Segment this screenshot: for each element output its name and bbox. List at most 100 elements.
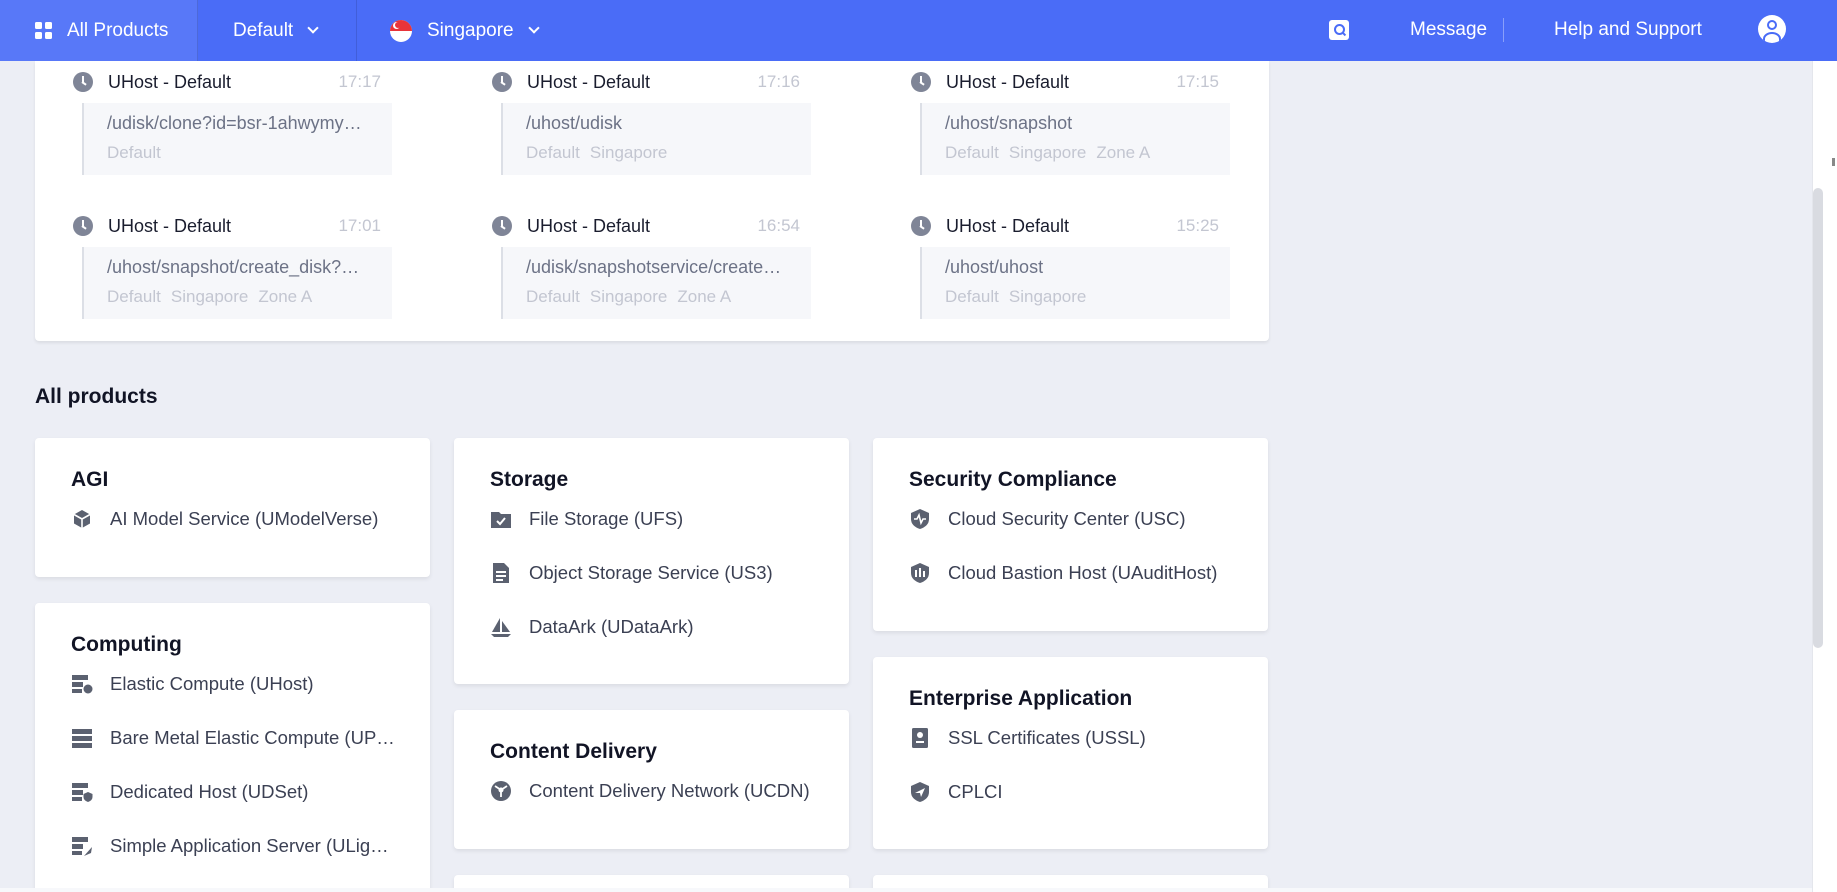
scrollbar-thumb[interactable] bbox=[1813, 188, 1823, 648]
category-card-security: Security Compliance Cloud Security Cente… bbox=[873, 438, 1268, 631]
recent-tag: Default bbox=[526, 287, 580, 306]
recent-item[interactable]: UHost - Default 17:15 /uhost/snapshot Defa… bbox=[873, 63, 1230, 175]
category-card-storage: Storage File Storage (UFS) Object Storag… bbox=[454, 438, 849, 684]
sailboat-icon bbox=[491, 618, 511, 637]
product-link[interactable]: Bare Metal Elastic Compute (UP… bbox=[71, 711, 430, 765]
product-link[interactable]: Content Delivery Network (UCDN) bbox=[490, 764, 849, 818]
help-support-link[interactable]: Help and Support bbox=[1554, 19, 1702, 41]
top-navigation-bar: All Products Default Singapore Message H… bbox=[0, 0, 1837, 61]
server-stack-icon bbox=[72, 729, 92, 748]
recent-tag: Default bbox=[945, 287, 999, 306]
recent-tag: Singapore bbox=[1008, 143, 1087, 162]
product-link[interactable]: DataArk (UDataArk) bbox=[490, 600, 849, 654]
recent-item-path[interactable]: /uhost/snapshot bbox=[945, 113, 1215, 134]
recent-item-time: 16:54 bbox=[757, 216, 800, 235]
recent-tag: Zone A bbox=[258, 287, 313, 306]
recent-tag: Singapore bbox=[1008, 287, 1087, 306]
product-label: File Storage (UFS) bbox=[529, 508, 684, 529]
recent-tag: Singapore bbox=[589, 143, 668, 162]
folder-check-icon bbox=[491, 512, 511, 528]
category-card-computing: Computing Elastic Compute (UHost) Bare M… bbox=[35, 603, 430, 892]
all-products-heading: All products bbox=[35, 385, 158, 408]
project-label: Default bbox=[233, 19, 294, 41]
network-node-icon bbox=[491, 781, 511, 801]
chevron-down-icon bbox=[527, 22, 540, 34]
product-label: AI Model Service (UModelVerse) bbox=[110, 508, 379, 529]
grid-icon bbox=[35, 22, 52, 39]
recent-item[interactable]: UHost - Default 16:54 /udisk/snapshotserv… bbox=[454, 207, 811, 319]
recent-item[interactable]: UHost - Default 15:25 /uhost/uhost Default… bbox=[873, 207, 1230, 319]
product-link[interactable]: CPLCI bbox=[909, 765, 1268, 819]
product-label: Elastic Compute (UHost) bbox=[110, 673, 314, 694]
recent-item-path[interactable]: /udisk/snapshotservice/create… bbox=[526, 257, 796, 278]
product-link[interactable]: File Storage (UFS) bbox=[490, 492, 849, 546]
recent-item[interactable]: UHost - Default 17:17 /udisk/clone?id=bsr… bbox=[35, 63, 392, 175]
recent-tag: Default bbox=[945, 143, 999, 162]
search-icon[interactable] bbox=[1329, 20, 1349, 40]
shield-bars-icon bbox=[911, 563, 929, 583]
product-link[interactable]: Simple Application Server (ULigh… bbox=[71, 819, 430, 873]
clock-icon bbox=[73, 216, 93, 236]
product-label: Bare Metal Elastic Compute (UP… bbox=[110, 727, 395, 748]
recent-item[interactable]: UHost - Default 17:16 /uhost/udisk Default… bbox=[454, 63, 811, 175]
product-label: Cloud Bastion Host (UAuditHost) bbox=[948, 562, 1218, 583]
certificate-icon bbox=[912, 728, 928, 748]
category-title: Content Delivery bbox=[490, 740, 657, 763]
product-label: SSL Certificates (USSL) bbox=[948, 727, 1146, 748]
recent-item-time: 17:17 bbox=[338, 72, 381, 91]
all-products-label: All Products bbox=[67, 19, 169, 41]
recent-item-title: UHost - Default bbox=[527, 71, 651, 92]
recent-item-path[interactable]: /uhost/snapshot/create_disk?… bbox=[107, 257, 377, 278]
category-card-enterprise: Enterprise Application SSL Certificates … bbox=[873, 657, 1268, 849]
recent-item-title: UHost - Default bbox=[946, 215, 1070, 236]
product-label: Content Delivery Network (UCDN) bbox=[529, 780, 810, 801]
message-link[interactable]: Message bbox=[1410, 19, 1487, 41]
product-link[interactable]: Dedicated Host (UDSet) bbox=[71, 765, 430, 819]
product-label: DataArk (UDataArk) bbox=[529, 616, 694, 637]
category-title: Computing bbox=[71, 633, 182, 656]
recent-item-path[interactable]: /uhost/udisk bbox=[526, 113, 796, 134]
chevron-down-icon bbox=[307, 22, 319, 34]
product-label: Object Storage Service (US3) bbox=[529, 562, 773, 583]
singapore-flag-icon bbox=[390, 19, 412, 42]
recent-tag: Singapore bbox=[170, 287, 249, 306]
recent-tag: Default bbox=[107, 143, 161, 162]
product-link[interactable]: Cloud Bastion Host (UAuditHost) bbox=[909, 546, 1268, 600]
product-link[interactable]: AI Model Service (UModelVerse) bbox=[71, 492, 430, 546]
shield-pulse-icon bbox=[911, 509, 929, 529]
user-avatar-icon[interactable] bbox=[1758, 15, 1786, 43]
document-icon bbox=[493, 563, 509, 583]
recent-item-time: 17:01 bbox=[338, 216, 381, 235]
server-shield-icon bbox=[72, 783, 93, 802]
product-label: Cloud Security Center (USC) bbox=[948, 508, 1186, 529]
bottom-edge bbox=[0, 888, 1812, 892]
project-selector[interactable]: Default bbox=[198, 0, 357, 61]
shield-plane-icon bbox=[911, 782, 929, 802]
product-link[interactable]: SSL Certificates (USSL) bbox=[909, 711, 1268, 765]
product-link[interactable]: Object Storage Service (US3) bbox=[490, 546, 849, 600]
product-label: Dedicated Host (UDSet) bbox=[110, 781, 309, 802]
recent-item-path[interactable]: /uhost/uhost bbox=[945, 257, 1215, 278]
category-title: Security Compliance bbox=[909, 468, 1117, 491]
recent-item[interactable]: UHost - Default 17:01 /uhost/snapshot/cre… bbox=[35, 207, 392, 319]
category-title: Storage bbox=[490, 468, 569, 491]
recent-item-title: UHost - Default bbox=[108, 215, 232, 236]
all-products-button[interactable]: All Products bbox=[0, 0, 198, 61]
clock-icon bbox=[911, 72, 931, 92]
server-cloud-icon bbox=[72, 675, 93, 694]
recent-item-path[interactable]: /udisk/clone?id=bsr-1ahwymy… bbox=[107, 113, 377, 134]
recent-item-time: 17:15 bbox=[1176, 72, 1219, 91]
product-link[interactable]: Elastic Compute (UHost) bbox=[71, 657, 430, 711]
category-card-agi: AGI AI Model Service (UModelVerse) bbox=[35, 438, 430, 577]
category-title: Enterprise Application bbox=[909, 687, 1133, 710]
cube-icon bbox=[73, 510, 91, 528]
clock-icon bbox=[492, 72, 512, 92]
category-card-content-delivery: Content Delivery Content Delivery Networ… bbox=[454, 710, 849, 849]
recent-item-title: UHost - Default bbox=[527, 215, 651, 236]
recent-tag: Singapore bbox=[589, 287, 668, 306]
clock-icon bbox=[492, 216, 512, 236]
product-link[interactable]: Cloud Security Center (USC) bbox=[909, 492, 1268, 546]
region-selector[interactable]: Singapore bbox=[357, 0, 540, 61]
recent-tag: Zone A bbox=[1096, 143, 1151, 162]
clock-icon bbox=[73, 72, 93, 92]
